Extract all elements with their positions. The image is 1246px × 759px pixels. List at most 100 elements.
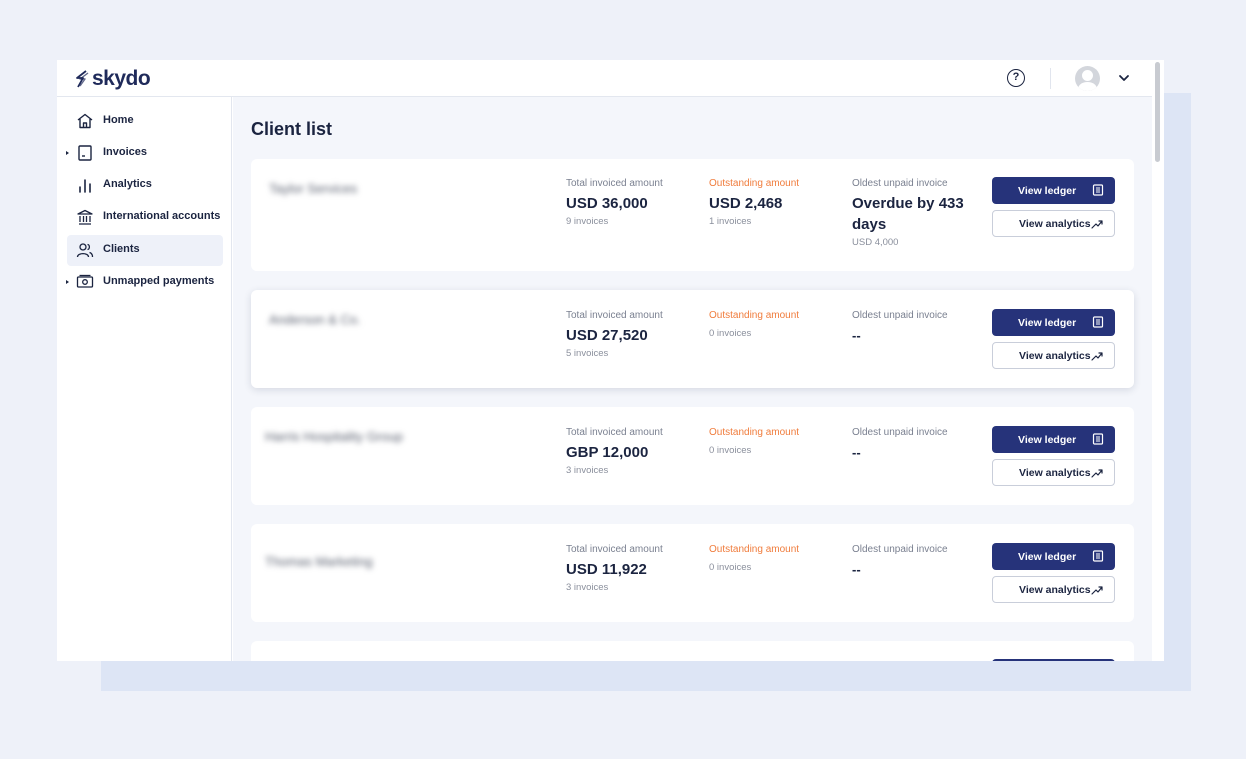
outstanding-column: Outstanding amount USD 2,468 1 invoices <box>709 178 839 227</box>
trend-up-icon <box>1091 469 1103 478</box>
user-avatar-icon[interactable] <box>1075 66 1100 91</box>
topbar-divider <box>1050 68 1051 89</box>
view-ledger-button[interactable] <box>992 659 1115 661</box>
sidebar-item-label: Invoices <box>103 146 148 158</box>
top-bar: skydo ? <box>57 60 1152 97</box>
outstanding-label: Outstanding amount <box>709 178 800 189</box>
total-invoiced-label: Total invoiced amount <box>566 310 663 321</box>
main-content: Client list Taylor Services Total invoic… <box>233 97 1152 661</box>
client-name[interactable]: Harris Hospitality Group <box>265 429 403 444</box>
skydo-logo[interactable]: skydo <box>74 67 151 91</box>
sidebar-item-invoices[interactable]: Invoices <box>66 138 223 169</box>
view-ledger-label: View ledger <box>1018 184 1077 197</box>
outstanding-invoices-count: 1 invoices <box>709 216 752 227</box>
total-invoiced-value: USD 36,000 <box>566 195 648 212</box>
logo-text: skydo <box>92 67 151 90</box>
view-analytics-label: View analytics <box>1019 349 1091 362</box>
sidebar-item-label: International accounts <box>103 210 221 222</box>
sidebar-item-label: Analytics <box>103 178 152 190</box>
total-invoiced-column: Total invoiced amount GBP 12,000 3 invoi… <box>566 427 696 476</box>
ledger-book-icon <box>1092 433 1104 445</box>
client-name[interactable]: Taylor Services <box>269 181 357 196</box>
trend-up-icon <box>1091 352 1103 361</box>
client-card: Thomas Marketing Total invoiced amount U… <box>251 524 1134 622</box>
oldest-unpaid-column: Oldest unpaid invoice -- <box>852 427 982 463</box>
sidebar: Home Invoices Analytics International ac… <box>57 97 232 661</box>
sidebar-item-label: Clients <box>103 243 140 255</box>
logo-mark-icon <box>76 70 89 88</box>
total-invoices-count: 5 invoices <box>566 348 609 359</box>
view-analytics-label: View analytics <box>1019 466 1091 479</box>
outstanding-column: Outstanding amount 0 invoices <box>709 310 839 339</box>
expand-arrow-icon[interactable] <box>66 151 69 155</box>
sidebar-item-international-accounts[interactable]: International accounts <box>67 202 223 233</box>
total-invoices-count: 3 invoices <box>566 465 609 476</box>
chevron-down-icon[interactable] <box>1118 72 1130 84</box>
ledger-book-icon <box>1092 550 1104 562</box>
view-ledger-button[interactable]: View ledger <box>992 543 1115 570</box>
users-icon <box>76 243 94 258</box>
home-icon <box>77 113 93 129</box>
ledger-book-icon <box>1092 184 1104 196</box>
total-invoiced-column: Total invoiced amount USD 27,520 5 invoi… <box>566 310 696 359</box>
view-ledger-button[interactable]: View ledger <box>992 177 1115 204</box>
oldest-unpaid-label: Oldest unpaid invoice <box>852 544 948 555</box>
outstanding-label: Outstanding amount <box>709 310 800 321</box>
client-card: Anderson & Co. Total invoiced amount USD… <box>251 290 1134 388</box>
scrollbar-thumb[interactable] <box>1155 62 1160 162</box>
view-analytics-label: View analytics <box>1019 217 1091 230</box>
avatar-head <box>1082 70 1093 81</box>
total-invoiced-value: USD 27,520 <box>566 327 648 344</box>
view-analytics-button[interactable]: View analytics <box>992 576 1115 603</box>
page-title: Client list <box>251 119 333 139</box>
trend-up-icon <box>1091 220 1103 229</box>
view-ledger-label: View ledger <box>1018 550 1077 563</box>
bar-chart-icon <box>79 179 91 193</box>
avatar-body <box>1078 82 1097 91</box>
client-name[interactable]: Thomas Marketing <box>265 554 373 569</box>
client-card: Taylor Services Total invoiced amount US… <box>251 159 1134 271</box>
outstanding-invoices-count: 0 invoices <box>709 445 752 456</box>
view-analytics-button[interactable]: View analytics <box>992 342 1115 369</box>
oldest-unpaid-value: Overdue by 433 days <box>852 195 964 233</box>
view-ledger-button[interactable]: View ledger <box>992 309 1115 336</box>
total-invoiced-value: GBP 12,000 <box>566 444 649 461</box>
view-analytics-label: View analytics <box>1019 583 1091 596</box>
sidebar-item-analytics[interactable]: Analytics <box>67 170 223 201</box>
client-card <box>251 641 1134 661</box>
ledger-book-icon <box>1092 316 1104 328</box>
outstanding-label: Outstanding amount <box>709 544 800 555</box>
expand-arrow-icon[interactable] <box>66 280 69 284</box>
view-ledger-label: View ledger <box>1018 316 1077 329</box>
sidebar-item-label: Unmapped payments <box>103 275 215 287</box>
total-invoiced-value: USD 11,922 <box>566 561 647 578</box>
oldest-unpaid-label: Oldest unpaid invoice <box>852 427 948 438</box>
app-window: skydo ? Home Invoices Analytics Internat… <box>57 60 1164 661</box>
help-circle-icon[interactable]: ? <box>1007 69 1025 87</box>
sidebar-item-unmapped-payments[interactable]: Unmapped payments <box>66 267 223 298</box>
invoice-icon <box>78 145 92 161</box>
outstanding-invoices-count: 0 invoices <box>709 562 752 573</box>
outstanding-invoices-count: 0 invoices <box>709 328 752 339</box>
total-invoiced-column: Total invoiced amount USD 11,922 3 invoi… <box>566 544 696 593</box>
oldest-unpaid-column: Oldest unpaid invoice Overdue by 433 day… <box>852 178 982 248</box>
sidebar-item-home[interactable]: Home <box>67 106 223 137</box>
total-invoices-count: 9 invoices <box>566 216 609 227</box>
oldest-unpaid-label: Oldest unpaid invoice <box>852 310 948 321</box>
outstanding-column: Outstanding amount 0 invoices <box>709 544 839 573</box>
sidebar-item-label: Home <box>103 114 134 126</box>
client-name[interactable]: Anderson & Co. <box>269 312 361 327</box>
total-invoices-count: 3 invoices <box>566 582 609 593</box>
oldest-unpaid-value: -- <box>852 445 861 460</box>
total-invoiced-label: Total invoiced amount <box>566 178 663 189</box>
sidebar-item-clients[interactable]: Clients <box>67 235 223 266</box>
bank-icon <box>77 209 93 225</box>
oldest-unpaid-label: Oldest unpaid invoice <box>852 178 948 189</box>
client-card: Harris Hospitality Group Total invoiced … <box>251 407 1134 505</box>
trend-up-icon <box>1091 586 1103 595</box>
outstanding-value: USD 2,468 <box>709 195 783 212</box>
view-analytics-button[interactable]: View analytics <box>992 459 1115 486</box>
view-analytics-button[interactable]: View analytics <box>992 210 1115 237</box>
oldest-unpaid-value: -- <box>852 328 861 343</box>
view-ledger-button[interactable]: View ledger <box>992 426 1115 453</box>
